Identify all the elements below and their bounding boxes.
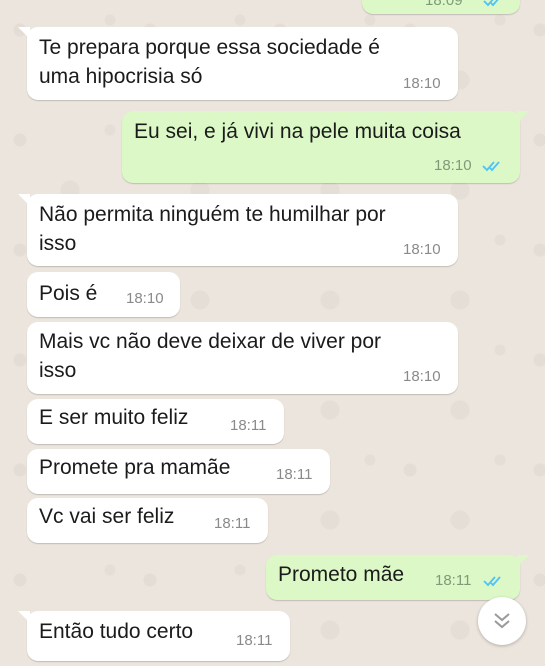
message-bubble-incoming[interactable]: Não permita ninguém te humilhar por isso… bbox=[18, 194, 458, 266]
message-time: 18:10 bbox=[434, 157, 472, 174]
message-time: 18:10 bbox=[403, 368, 441, 385]
scroll-to-bottom-button[interactable] bbox=[478, 597, 526, 645]
message-text: Não permita ninguém te humilhar por isso bbox=[39, 203, 386, 255]
double-check-icon bbox=[482, 161, 500, 172]
message-text: Então tudo certo bbox=[39, 620, 194, 643]
chat-conversation: 18:09 Te prepara porque essa sociedade é… bbox=[0, 0, 545, 666]
message-time: 18:10 bbox=[403, 75, 441, 92]
message-time: 18:11 bbox=[435, 572, 472, 589]
message-bubble-incoming[interactable]: Vc vai ser feliz 18:11 bbox=[27, 498, 268, 543]
message-time: 18:11 bbox=[276, 466, 313, 483]
message-text: Prometo mãe bbox=[278, 563, 405, 586]
chevron-double-down-icon bbox=[494, 613, 510, 629]
message-bubble-incoming[interactable]: Mais vc não deve deixar de viver por iss… bbox=[27, 322, 458, 394]
message-bubble-incoming[interactable]: Promete pra mamãe 18:11 bbox=[27, 449, 330, 494]
double-check-icon bbox=[483, 576, 501, 587]
message-text: E ser muito feliz bbox=[39, 406, 189, 429]
message-time: 18:09 bbox=[425, 0, 463, 9]
message-bubble-outgoing[interactable]: Eu sei, e já vivi na pele muita coisa 18… bbox=[122, 111, 529, 183]
message-bubble-incoming[interactable]: Então tudo certo 18:11 bbox=[18, 611, 290, 661]
double-check-icon bbox=[483, 0, 499, 7]
message-text: Pois é bbox=[39, 282, 98, 305]
message-text: Te prepara porque essa sociedade é uma h… bbox=[39, 36, 380, 88]
message-time: 18:11 bbox=[236, 632, 273, 649]
message-time: 18:11 bbox=[214, 515, 251, 532]
message-bubble-outgoing[interactable]: 18:09 bbox=[362, 0, 520, 14]
message-bubble-incoming[interactable]: E ser muito feliz 18:11 bbox=[27, 399, 284, 444]
message-text: Mais vc não deve deixar de viver por iss… bbox=[39, 330, 381, 382]
message-text: Promete pra mamãe bbox=[39, 456, 231, 479]
message-text: Eu sei, e já vivi na pele muita coisa bbox=[134, 120, 461, 143]
message-time: 18:10 bbox=[126, 290, 164, 307]
message-bubble-outgoing[interactable]: Prometo mãe 18:11 bbox=[266, 555, 529, 600]
message-bubble-incoming[interactable]: Pois é 18:10 bbox=[27, 272, 180, 317]
message-time: 18:11 bbox=[230, 417, 267, 434]
message-time: 18:10 bbox=[403, 241, 441, 258]
message-bubble-incoming[interactable]: Te prepara porque essa sociedade é uma h… bbox=[18, 27, 458, 100]
message-text: Vc vai ser feliz bbox=[39, 505, 175, 528]
